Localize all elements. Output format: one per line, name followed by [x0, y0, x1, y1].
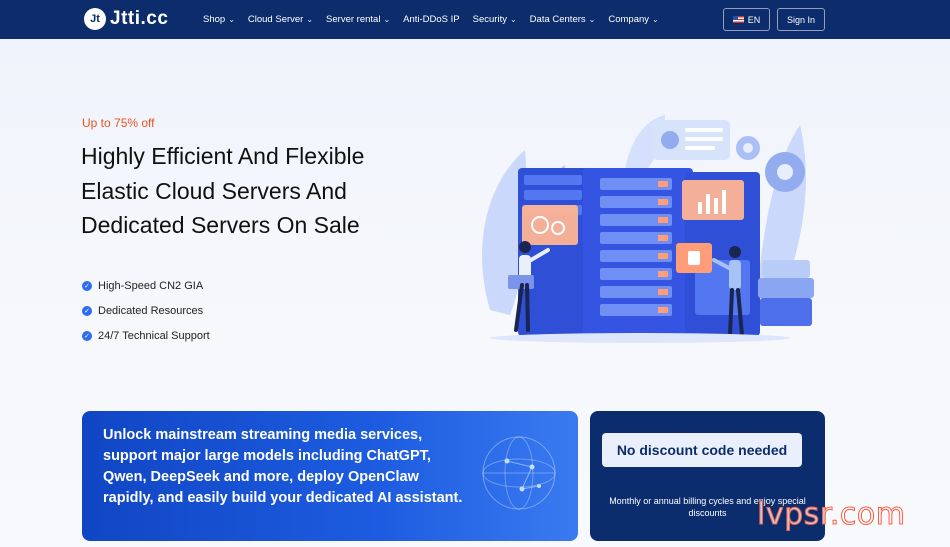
feature-item: ✓ Dedicated Resources — [82, 298, 210, 323]
watermark: lvpsr.com — [756, 497, 906, 533]
promo-label: Up to 75% off — [82, 116, 155, 130]
chevron-down-icon: ⌄ — [588, 15, 596, 24]
ai-promo-text: Unlock mainstream streaming media servic… — [103, 427, 463, 506]
server-illustration — [482, 115, 814, 343]
nav-item-shop[interactable]: Shop ⌄ — [203, 14, 235, 25]
headline-line: Dedicated Servers On Sale — [81, 212, 360, 238]
language-button[interactable]: EN — [723, 8, 770, 31]
nav-item-security[interactable]: Security ⌄ — [473, 14, 517, 25]
nav-item-cloud-server[interactable]: Cloud Server ⌄ — [248, 14, 313, 25]
check-icon: ✓ — [82, 280, 92, 291]
logo-mark-icon: Jt — [84, 8, 106, 30]
check-icon: ✓ — [82, 330, 92, 341]
us-flag-icon — [732, 16, 744, 23]
chevron-down-icon: ⌄ — [509, 15, 517, 24]
chevron-down-icon: ⌄ — [383, 15, 391, 24]
nav-item-data-centers[interactable]: Data Centers ⌄ — [530, 14, 596, 25]
sign-in-button[interactable]: Sign In — [777, 8, 825, 31]
top-nav: Jt Jtti.cc Shop ⌄ Cloud Server ⌄ Server re… — [0, 0, 950, 39]
logo[interactable]: Jt Jtti.cc — [84, 8, 168, 30]
logo-text: Jtti.cc — [110, 8, 169, 29]
ai-promo-card[interactable]: Unlock mainstream streaming media servic… — [82, 411, 578, 541]
headline-line: Elastic Cloud Servers And — [81, 177, 347, 204]
chevron-down-icon: ⌄ — [306, 15, 314, 24]
feature-item: ✓ High-Speed CN2 GIA — [82, 273, 210, 298]
nav-item-anti-ddos-ip[interactable]: Anti-DDoS IP — [403, 14, 460, 25]
feature-list: ✓ High-Speed CN2 GIA ✓ Dedicated Resourc… — [82, 273, 210, 348]
hero-headline: Highly Efficient And Flexible Elastic Cl… — [81, 139, 461, 243]
main-menu: Shop ⌄ Cloud Server ⌄ Server rental ⌄ Anti-… — [203, 0, 672, 39]
globe-network-icon — [482, 436, 556, 510]
chevron-down-icon: ⌄ — [652, 15, 659, 24]
chevron-down-icon: ⌄ — [228, 15, 235, 24]
nav-item-company[interactable]: Company ⌄ — [608, 14, 658, 25]
check-icon: ✓ — [82, 305, 92, 316]
headline-line: Highly Efficient And Flexible — [81, 143, 365, 169]
feature-item: ✓ 24/7 Technical Support — [82, 323, 210, 348]
nav-item-server-rental[interactable]: Server rental ⌄ — [326, 14, 390, 25]
discount-title: No discount code needed — [602, 433, 802, 467]
